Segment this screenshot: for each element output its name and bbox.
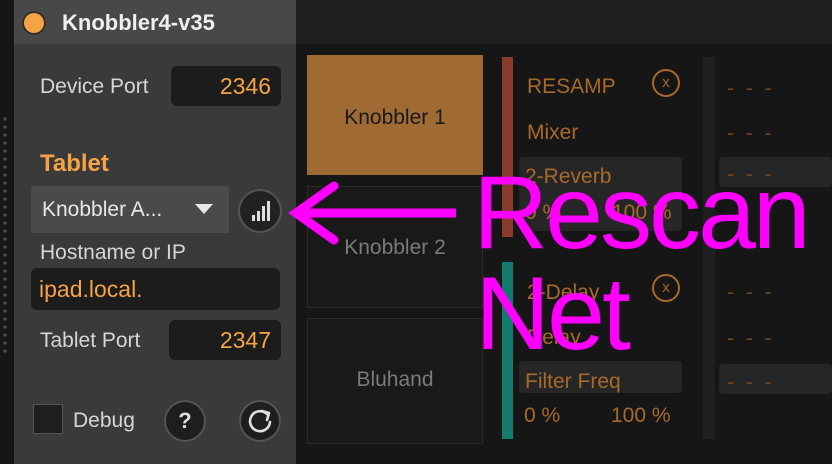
top-strip [296, 0, 832, 44]
annotation-net-text: Net [475, 256, 631, 372]
empty-slot-dashes: - - - [727, 77, 775, 100]
help-button[interactable]: ? [164, 400, 206, 442]
knobbler-tile-label: Knobbler 1 [344, 106, 446, 129]
annotation-arrow-icon [288, 181, 456, 245]
tablet-port-field[interactable]: 2347 [169, 320, 281, 360]
empty-slot-dashes: - - - [727, 122, 775, 145]
drag-handle[interactable] [2, 115, 8, 355]
hostname-label: Hostname or IP [40, 241, 186, 264]
param-max: 100 % [611, 404, 671, 427]
close-icon[interactable]: x [652, 274, 680, 302]
empty-slot-dashes: - - - [727, 281, 775, 304]
knobbler-tile-label: Bluhand [356, 368, 434, 391]
empty-slot-dashes: - - - [727, 371, 775, 394]
signal-bars-icon [252, 201, 270, 221]
param-min: 0 % [524, 404, 561, 427]
param-label: RESAMP [527, 75, 616, 98]
tablet-select-value: Knobbler A... [42, 198, 163, 221]
refresh-icon [248, 409, 272, 433]
device-port-field[interactable]: 2346 [171, 66, 281, 106]
device-power-button[interactable] [22, 11, 46, 35]
reset-button[interactable] [239, 400, 281, 442]
device-title: Knobbler4-v35 [62, 10, 215, 35]
rescan-network-button[interactable] [238, 189, 282, 233]
close-icon[interactable]: x [652, 69, 680, 97]
tablet-port-label: Tablet Port [40, 329, 141, 352]
empty-slot-dashes: - - - [727, 327, 775, 350]
chevron-down-icon [195, 204, 213, 214]
device-port-label: Device Port [40, 75, 149, 98]
param-label: Mixer [527, 121, 579, 144]
tablet-section-header: Tablet [40, 150, 109, 177]
hostname-input[interactable]: ipad.local. [31, 268, 280, 310]
debug-checkbox[interactable] [33, 404, 63, 434]
param-label: Filter Freq [525, 370, 621, 393]
debug-label: Debug [73, 409, 135, 432]
annotation-rescan-text: Rescan [473, 155, 811, 271]
